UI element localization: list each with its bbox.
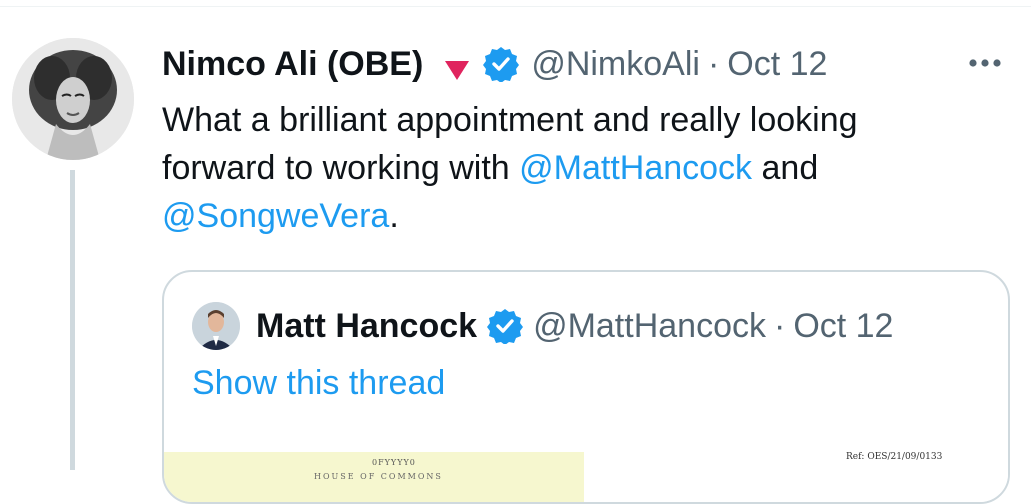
document-heading-text: HOUSE OF COMMONS [314, 472, 443, 481]
tweet-text-segment: . [389, 197, 399, 235]
red-triangle-icon [443, 52, 471, 80]
document-reference: Ref: OES/21/09/0133 [846, 452, 943, 462]
top-divider [0, 6, 1031, 7]
tweet-text-line-1: What a brilliant appointment and really … [162, 101, 858, 139]
quoted-header-separator: · [773, 306, 786, 345]
quoted-tweet-date[interactable]: Oct 12 [793, 307, 893, 346]
quoted-author-handle[interactable]: @MattHancock [533, 307, 766, 346]
header-separator: · [707, 44, 720, 83]
thread-connector-line [70, 170, 75, 470]
show-thread-link[interactable]: Show this thread [192, 364, 445, 403]
document-stamp-text: 0FYYYY0 [372, 458, 416, 467]
mention-link-matthancock[interactable]: @MattHancock [519, 149, 752, 187]
quoted-author-avatar[interactable] [192, 302, 240, 350]
tweet-text-segment: forward to working with [162, 149, 520, 187]
tweet-text: What a brilliant appointment and really … [162, 96, 982, 240]
quoted-author-display-name[interactable]: Matt Hancock [256, 307, 477, 346]
mention-link-songwevera[interactable]: @SongweVera [162, 197, 389, 235]
document-image-right[interactable]: Ref: OES/21/09/0133 [584, 452, 1008, 502]
document-image-left[interactable]: 0FYYYY0 HOUSE OF COMMONS [164, 452, 584, 502]
person-photo [192, 302, 240, 350]
quoted-tweet-header: Matt Hancock @MattHancock · Oct 12 [256, 302, 893, 350]
author-display-name[interactable]: Nimco Ali (OBE) [162, 45, 423, 84]
author-handle[interactable]: @NimkoAli [531, 45, 700, 84]
tweet-text-line-2: forward to working with @MattHancock and [162, 144, 982, 192]
tweet-header: Nimco Ali (OBE) @NimkoAli · Oct 12 [162, 40, 827, 88]
verified-badge-icon [487, 308, 524, 345]
author-avatar[interactable] [12, 38, 134, 160]
tweet-text-line-3: @SongweVera. [162, 192, 982, 240]
more-options-icon[interactable] [965, 48, 1005, 78]
verified-badge-icon [483, 46, 520, 83]
portrait-sketch [12, 38, 134, 160]
tweet-text-segment: and [752, 149, 819, 187]
tweet-date[interactable]: Oct 12 [727, 45, 827, 84]
